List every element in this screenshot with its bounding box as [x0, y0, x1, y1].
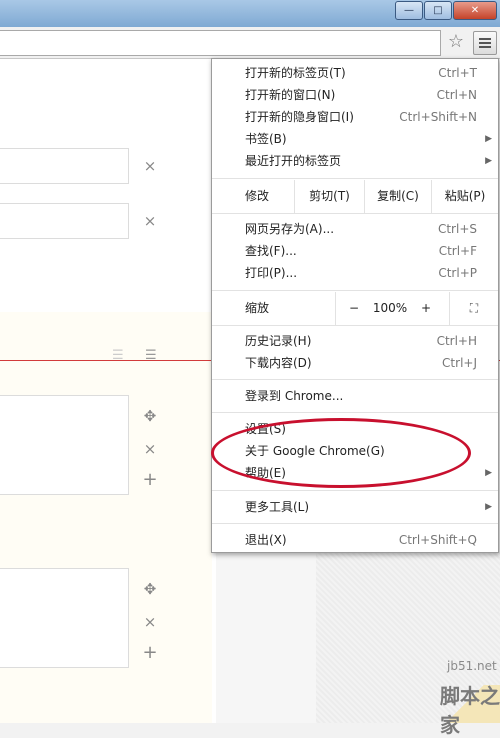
star-icon[interactable]: ☆ — [446, 32, 466, 52]
menu-item-label: 退出(X) — [245, 533, 287, 547]
move-icon[interactable]: ✥ — [140, 579, 160, 599]
menu-item-label: 关于 Google Chrome(G) — [245, 444, 385, 458]
menu-item-label: 打开新的标签页(T) — [245, 66, 346, 80]
menu-item-label: 打印(P)... — [245, 266, 298, 280]
maximize-button[interactable]: □ — [424, 1, 452, 20]
form-panel-top — [0, 59, 212, 311]
add-icon[interactable]: + — [140, 470, 160, 490]
move-icon[interactable]: ✥ — [140, 406, 160, 426]
zoom-in-button[interactable]: + — [408, 292, 444, 325]
menu-item-label: 设置(S) — [245, 422, 286, 436]
menu-item-new-tab[interactable]: 打开新的标签页(T) Ctrl+T — [212, 62, 498, 84]
menu-item-about-chrome[interactable]: 关于 Google Chrome(G) — [212, 440, 498, 462]
menu-item-history[interactable]: 历史记录(H) Ctrl+H — [212, 330, 498, 352]
menu-separator — [212, 490, 498, 491]
menu-item-print[interactable]: 打印(P)... Ctrl+P — [212, 262, 498, 284]
menu-item-label: 最近打开的标签页 — [245, 154, 342, 168]
text-input-2[interactable] — [0, 203, 129, 239]
minimize-button[interactable]: — — [395, 1, 423, 20]
background-box — [216, 553, 316, 723]
menu-item-bookmarks[interactable]: 书签(B) ▶ — [212, 128, 498, 150]
zoom-level: 100% — [372, 301, 408, 315]
close-window-button[interactable]: ✕ — [453, 1, 497, 20]
add-icon[interactable]: + — [140, 643, 160, 663]
menu-item-label: 登录到 Chrome... — [245, 389, 344, 403]
menu-item-more-tools[interactable]: 更多工具(L) ▶ — [212, 496, 498, 518]
menu-separator — [212, 412, 498, 413]
hamburger-bar — [479, 46, 491, 48]
menu-zoom-row: 缩放 − 100% + ⛶ — [212, 292, 498, 325]
menu-item-label: 下载内容(D) — [245, 356, 312, 370]
menu-item-save-page-as[interactable]: 网页另存为(A)... Ctrl+S — [212, 218, 498, 240]
menu-item-find[interactable]: 查找(F)... Ctrl+F — [212, 240, 498, 262]
menu-item-shortcut: Ctrl+Shift+N — [399, 110, 477, 124]
address-bar[interactable] — [0, 30, 441, 56]
menu-separator — [212, 325, 498, 326]
menu-zoom-label: 缩放 — [245, 301, 270, 315]
menu-item-label: 打开新的隐身窗口(I) — [245, 110, 354, 124]
menu-edit-row: 修改 剪切(T) 复制(C) 粘贴(P) — [212, 180, 498, 213]
remove-icon[interactable]: × — [140, 211, 160, 231]
submenu-arrow-icon: ▶ — [485, 468, 492, 478]
watermark-site: jb51.net — [447, 659, 497, 673]
menu-item-shortcut: Ctrl+P — [438, 266, 477, 280]
menu-item-shortcut: Ctrl+F — [438, 244, 477, 258]
menu-item-new-incognito-window[interactable]: 打开新的隐身窗口(I) Ctrl+Shift+N — [212, 106, 498, 128]
menu-item-shortcut: Ctrl+J — [442, 356, 477, 370]
menu-item-shortcut: Ctrl+H — [436, 334, 477, 348]
menu-separator — [212, 178, 498, 179]
fullscreen-icon[interactable]: ⛶ — [450, 292, 498, 325]
menu-item-shortcut: Ctrl+S — [437, 222, 477, 236]
hamburger-menu-button[interactable] — [473, 31, 497, 55]
menu-item-new-window[interactable]: 打开新的窗口(N) Ctrl+N — [212, 84, 498, 106]
menu-item-recent-tabs[interactable]: 最近打开的标签页 ▶ — [212, 150, 498, 172]
remove-icon[interactable]: × — [140, 612, 160, 632]
hamburger-menu-icon — [479, 38, 491, 40]
paste-button[interactable]: 粘贴(P) — [432, 180, 498, 213]
menu-item-label: 打开新的窗口(N) — [245, 88, 336, 102]
menu-item-label: 查找(F)... — [245, 244, 297, 258]
submenu-arrow-icon: ▶ — [485, 134, 492, 144]
menu-item-shortcut: Ctrl+Shift+Q — [398, 533, 477, 547]
menu-item-downloads[interactable]: 下载内容(D) Ctrl+J — [212, 352, 498, 374]
menu-separator — [212, 379, 498, 380]
menu-separator — [212, 290, 498, 291]
menu-item-label: 更多工具(L) — [245, 500, 310, 514]
text-area-1[interactable] — [0, 395, 129, 495]
remove-icon[interactable]: × — [140, 439, 160, 459]
menu-item-label: 帮助(E) — [245, 466, 286, 480]
menu-item-shortcut: Ctrl+T — [438, 66, 477, 80]
submenu-arrow-icon: ▶ — [485, 502, 492, 512]
menu-item-shortcut: Ctrl+N — [436, 88, 477, 102]
menu-item-label: 网页另存为(A)... — [245, 222, 335, 236]
menu-separator — [212, 213, 498, 214]
menu-item-label: 书签(B) — [245, 132, 287, 146]
cut-button[interactable]: 剪切(T) — [295, 180, 364, 213]
watermark-brand: 脚本之家 — [440, 684, 500, 737]
zoom-out-button[interactable]: − — [336, 292, 372, 325]
hamburger-bar — [479, 42, 491, 44]
menu-separator — [212, 523, 498, 524]
window-controls: — □ ✕ — [394, 1, 497, 20]
submenu-arrow-icon: ▶ — [485, 156, 492, 166]
menu-item-exit[interactable]: 退出(X) Ctrl+Shift+Q — [212, 529, 498, 551]
menu-item-sign-in[interactable]: 登录到 Chrome... — [212, 385, 498, 407]
menu-item-label: 历史记录(H) — [245, 334, 312, 348]
text-area-2[interactable] — [0, 568, 129, 668]
menu-edit-label: 修改 — [245, 189, 270, 203]
copy-button[interactable]: 复制(C) — [365, 180, 431, 213]
remove-icon[interactable]: × — [140, 156, 160, 176]
text-input-1[interactable] — [0, 148, 129, 184]
chrome-main-menu: 打开新的标签页(T) Ctrl+T 打开新的窗口(N) Ctrl+N 打开新的隐… — [211, 58, 499, 553]
menu-item-settings[interactable]: 设置(S) — [212, 418, 498, 440]
menu-item-help[interactable]: 帮助(E) ▶ — [212, 462, 498, 484]
